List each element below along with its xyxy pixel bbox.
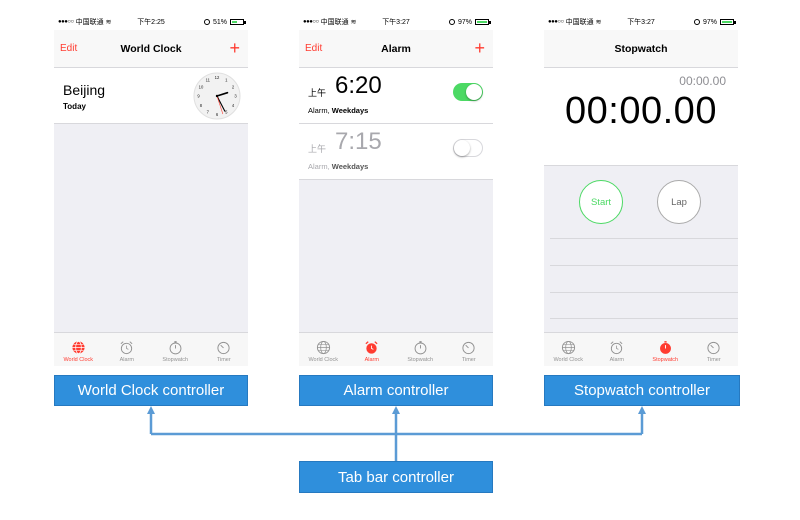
list-item[interactable]: Beijing Today 1 2 3 4 5 6 7 8 9 10 11 12 [54,68,248,124]
lap-divider [550,265,738,266]
tab-label: World Clock [63,357,94,363]
day-label: Today [63,102,86,111]
page-title: Stopwatch [614,42,668,55]
tab-timer[interactable]: Timer [200,333,249,366]
lap-divider [550,238,738,239]
lap-time-readout: 00:00.00 [679,74,726,88]
tab-stopwatch[interactable]: Stopwatch [151,333,200,366]
alarm-item[interactable]: 上午 7:15 Alarm, Weekdays [299,124,493,180]
battery-icon [475,19,491,25]
tab-timer[interactable]: Timer [690,333,739,366]
tab-bar: World Clock Alarm Stopwatch Timer [544,332,738,366]
edit-button[interactable]: Edit [60,43,77,54]
tab-world-clock[interactable]: World Clock [544,333,593,366]
tab-timer[interactable]: Timer [445,333,494,366]
alarm-subtitle: Alarm, Weekdays [308,162,369,171]
battery-percent: 97% [702,18,717,26]
alarm-list: 上午 6:20 Alarm, Weekdays 上午 7:15 Alarm, W… [299,68,493,332]
timer-icon [707,341,720,355]
tab-stopwatch[interactable]: Stopwatch [641,333,690,366]
tab-bar-controller-label: Tab bar controller [299,461,493,493]
nav-bar: Stopwatch [544,30,738,68]
stopwatch-screen: ●●●○○ 中国联通 ≋ 下午3:27 97% Stopwatch 00:00.… [544,14,738,366]
battery-icon [720,19,736,25]
status-bar: ●●●○○ 中国联通 ≋ 下午3:27 97% [299,14,493,30]
page-title: World Clock [120,42,182,55]
alarm-status-icon [693,19,700,25]
alarm-controller-label: Alarm controller [299,375,493,406]
tab-world-clock[interactable]: World Clock [299,333,348,366]
stopwatch-icon [414,341,427,355]
tab-stopwatch[interactable]: Stopwatch [396,333,445,366]
nav-bar: Edit Alarm + [299,30,493,68]
stopwatch-display: 00:00.00 00:00.00 [544,68,738,166]
tab-label: Alarm [609,357,624,363]
globe-icon [72,341,85,354]
lap-button[interactable]: Lap [657,180,701,224]
edit-button[interactable]: Edit [305,43,322,54]
battery-icon [230,19,246,25]
tab-label: Timer [461,357,476,363]
alarm-time: 7:15 [335,128,382,155]
alarm-clock-icon [120,341,133,355]
alarm-ampm: 上午 [308,88,327,98]
clock-numeral: 12 [215,75,220,80]
tab-alarm[interactable]: Alarm [103,333,152,366]
clock-numeral: 10 [199,84,204,89]
alarm-clock-icon [610,341,623,355]
timer-icon [217,341,230,355]
world-clock-screen: ●●●○○ 中国联通 ≋ 下午2:25 51% Edit World Clock… [54,14,248,366]
globe-icon [316,340,330,355]
stopwatch-controller-label: Stopwatch controller [544,375,740,406]
tab-label: World Clock [553,357,584,363]
status-bar: ●●●○○ 中国联通 ≋ 下午2:25 51% [54,14,248,30]
alarm-item[interactable]: 上午 6:20 Alarm, Weekdays [299,68,493,124]
city-name: Beijing [63,82,106,98]
tab-label: World Clock [308,357,339,363]
tab-world-clock[interactable]: World Clock [54,333,103,366]
main-time-readout: 00:00.00 [565,90,717,132]
page-title: Alarm [381,42,411,55]
alarm-screen: ●●●○○ 中国联通 ≋ 下午3:27 97% Edit Alarm + 上午 … [299,14,493,366]
tab-label: Stopwatch [162,357,189,363]
alarm-status-icon [203,19,210,25]
battery-percent: 97% [457,18,472,26]
nav-bar: Edit World Clock + [54,30,248,68]
tab-alarm[interactable]: Alarm [593,333,642,366]
alarm-clock-icon [365,341,378,354]
tab-label: Timer [216,357,231,363]
lap-divider [550,292,738,293]
add-button[interactable]: + [474,39,485,57]
clock-list: Beijing Today 1 2 3 4 5 6 7 8 9 10 11 12 [54,68,248,332]
battery-percent: 51% [212,18,227,26]
tab-alarm[interactable]: Alarm [348,333,397,366]
tab-label: Timer [706,357,721,363]
tab-label: Stopwatch [652,357,679,363]
tab-label: Stopwatch [407,357,434,363]
stopwatch-icon [169,341,182,355]
lap-divider [550,318,738,319]
stopwatch-controls: Start Lap [544,166,738,332]
tab-label: Alarm [364,357,379,363]
alarm-status-icon [448,19,455,25]
alarm-toggle[interactable] [453,83,483,101]
alarm-toggle[interactable] [453,139,483,157]
add-button[interactable]: + [229,39,240,57]
alarm-ampm: 上午 [308,144,327,154]
status-bar: ●●●○○ 中国联通 ≋ 下午3:27 97% [544,14,738,30]
stopwatch-icon [659,341,671,354]
tab-bar: World Clock Alarm Stopwatch Timer [299,332,493,366]
alarm-time: 6:20 [335,72,382,99]
globe-icon [561,340,575,355]
tab-label: Alarm [119,357,134,363]
world-clock-controller-label: World Clock controller [54,375,248,406]
start-button[interactable]: Start [579,180,623,224]
alarm-subtitle: Alarm, Weekdays [308,106,369,115]
analog-clock: 1234567891011 12 [193,72,241,120]
timer-icon [462,341,475,355]
tab-bar: World Clock Alarm Stopwatch Timer [54,332,248,366]
clock-numeral: 11 [206,77,211,82]
